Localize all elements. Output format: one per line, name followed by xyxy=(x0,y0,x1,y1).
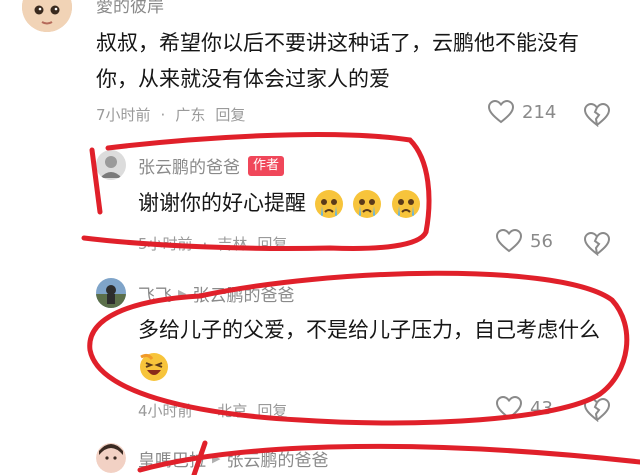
comment-username[interactable]: 飞飞 ▶ 张云鹏的爸爸 xyxy=(138,281,294,306)
username-text[interactable]: 愛的彼岸 xyxy=(96,0,164,17)
separator-dot: · xyxy=(202,402,208,420)
username-text[interactable]: 飞飞 xyxy=(138,281,172,306)
avatar[interactable] xyxy=(96,443,126,473)
comment-location: 广东 xyxy=(175,106,206,124)
broken-heart-icon[interactable] xyxy=(584,398,610,422)
username-text[interactable]: 张云鹏的爸爸 xyxy=(138,153,240,178)
comment-text: 多给儿子的父爱，不是给儿子压力，自己考虑什么 xyxy=(138,312,608,384)
like-button[interactable]: 43 xyxy=(496,396,553,420)
crying-emoji xyxy=(390,188,422,220)
separator-dot: · xyxy=(160,106,166,124)
comment-time: 7小时前 xyxy=(96,106,151,124)
comment-time: 4小时前 xyxy=(138,402,193,420)
like-count: 43 xyxy=(530,397,553,419)
comment-text: 叔叔，希望你以后不要讲这种话了，云鹏他不能没有你，从来就没有体会过家人的爱 xyxy=(96,31,579,91)
comment-username[interactable]: 皇嗎巴拉 ▶ 张云鹏的爸爸 xyxy=(138,446,328,471)
avatar-image xyxy=(96,278,126,308)
reply-to-username[interactable]: 张云鹏的爸爸 xyxy=(192,281,294,306)
avatar[interactable] xyxy=(96,150,126,180)
reply-arrow-icon: ▶ xyxy=(178,287,187,300)
reply-button[interactable]: 回复 xyxy=(257,235,287,253)
avatar[interactable] xyxy=(22,0,72,32)
comment-username[interactable]: 张云鹏的爸爸 作者 xyxy=(138,153,285,178)
comment-meta: 5小时前 · 吉林 回复 xyxy=(138,233,297,254)
reply-to-username[interactable]: 张云鹏的爸爸 xyxy=(226,446,328,471)
comment-text-content: 谢谢你的好心提醒 xyxy=(138,191,306,215)
laughing-emoji xyxy=(138,351,170,383)
heart-icon[interactable] xyxy=(496,229,522,253)
reply-arrow-icon: ▶ xyxy=(212,452,221,465)
like-button[interactable]: 56 xyxy=(496,229,553,253)
broken-heart-icon[interactable] xyxy=(584,232,610,256)
reply-button[interactable]: 回复 xyxy=(215,106,245,124)
comment-time: 5小时前 xyxy=(138,235,193,253)
reply-button[interactable]: 回复 xyxy=(257,402,287,420)
comment-location: 吉林 xyxy=(217,235,248,253)
avatar-image xyxy=(96,150,126,180)
avatar[interactable] xyxy=(96,278,126,308)
heart-icon[interactable] xyxy=(496,396,522,420)
like-count: 214 xyxy=(522,101,557,123)
comment-text: 谢谢你的好心提醒 xyxy=(138,185,422,221)
comment-meta: 4小时前 · 北京 回复 xyxy=(138,400,297,421)
avatar-image xyxy=(96,443,126,473)
like-button[interactable]: 214 xyxy=(488,100,556,124)
avatar-image xyxy=(22,0,72,32)
comment-text-content: 多给儿子的父爱，不是给儿子压力，自己考虑什么 xyxy=(138,318,600,342)
broken-heart-icon[interactable] xyxy=(584,103,610,127)
username-text[interactable]: 皇嗎巴拉 xyxy=(138,446,206,471)
like-count: 56 xyxy=(530,230,553,252)
heart-icon[interactable] xyxy=(488,100,514,124)
crying-emoji xyxy=(313,188,345,220)
author-badge: 作者 xyxy=(248,155,285,176)
comment-username[interactable]: 愛的彼岸 xyxy=(96,0,164,17)
separator-dot: · xyxy=(202,235,208,253)
crying-emoji xyxy=(351,188,383,220)
comment-meta: 7小时前 · 广东 回复 xyxy=(96,104,255,125)
comment-location: 北京 xyxy=(217,402,248,420)
